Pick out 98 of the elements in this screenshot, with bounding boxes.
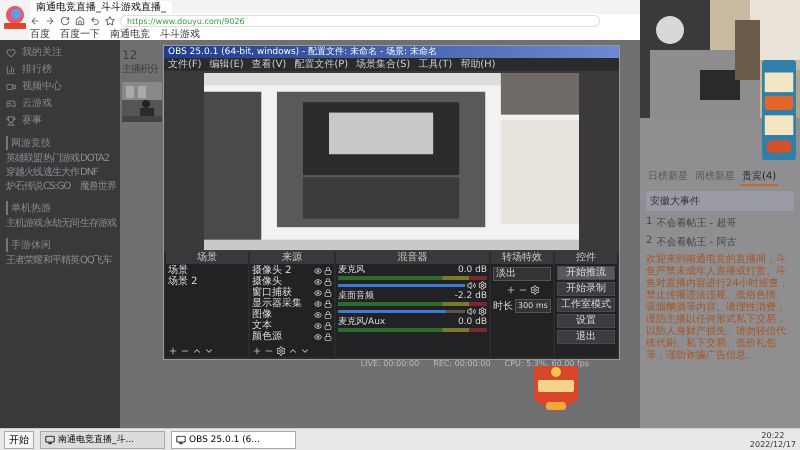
channel-name: 麦克风/Aux	[338, 317, 386, 328]
transition-select[interactable]: 淡出	[493, 267, 551, 282]
lock-icon[interactable]	[324, 266, 332, 275]
duration-field[interactable]: 300 ms	[515, 299, 551, 314]
clock: 20:22 2022/12/17	[750, 430, 796, 448]
menu-item[interactable]: 工具(T)	[418, 58, 452, 71]
volume-icon[interactable]	[467, 307, 476, 316]
menu-item[interactable]: 帮助(H)	[460, 58, 496, 71]
channel-reading: -2.2 dB	[454, 291, 487, 302]
address-field[interactable]: https://www.douyu.com/9026	[120, 15, 600, 27]
nav-icon	[6, 48, 16, 58]
taskbar-button[interactable]: 南通电竞直播_斗...	[40, 430, 165, 448]
browser-tab[interactable]: 南通电竞直播_斗斗游戏直播_	[30, 1, 172, 14]
undo-icon[interactable]	[90, 16, 100, 26]
eye-icon[interactable]	[314, 278, 322, 286]
control-button[interactable]: 开始推流	[557, 266, 615, 280]
channel-reading: 0.0 dB	[458, 265, 487, 276]
monitor-icon	[45, 434, 55, 444]
eye-icon[interactable]	[314, 332, 322, 341]
monitor-icon	[176, 434, 186, 444]
channel-name: 桌面音频	[338, 291, 374, 302]
lock-icon[interactable]	[324, 332, 332, 341]
menu-item[interactable]: 文件(F)	[168, 58, 202, 71]
lock-icon[interactable]	[324, 310, 332, 319]
settings-icon[interactable]	[276, 346, 286, 356]
channel-reading: 0.0 dB	[458, 317, 487, 328]
source-item[interactable]: 显示器采集	[252, 298, 312, 310]
window-title: OBS 25.0.1 (64-bit, windows) - 配置文件: 未命名 - 场景: 未命名	[164, 46, 619, 58]
browser-logo-icon[interactable]	[2, 4, 28, 30]
dock-title: 来源	[250, 252, 334, 264]
duration-label: 时长	[493, 300, 513, 312]
status-text: LIVE: 00:00:00	[360, 358, 420, 370]
eye-icon[interactable]	[314, 300, 322, 308]
nav-icon	[6, 99, 16, 109]
eye-icon[interactable]	[314, 322, 322, 330]
star-icon[interactable]	[105, 16, 115, 26]
nav-icon	[6, 65, 16, 75]
settings-icon[interactable]	[530, 285, 540, 296]
taskbar-button[interactable]: OBS 25.0.1 (6...	[171, 430, 296, 448]
lock-icon[interactable]	[324, 288, 332, 297]
dock-title: 转场特效	[491, 252, 553, 264]
settings-icon[interactable]	[478, 281, 487, 290]
menu-item[interactable]: 场景集合(S)	[356, 58, 410, 71]
volume-icon[interactable]	[467, 281, 476, 290]
back-icon[interactable]	[30, 16, 40, 26]
forward-icon[interactable]	[45, 16, 55, 26]
add-icon[interactable]	[506, 285, 516, 296]
dock-title: 场景	[166, 252, 248, 264]
control-button[interactable]: 退出	[557, 330, 615, 344]
section-title: 手游休闲	[6, 238, 114, 252]
control-button[interactable]: 设置	[557, 314, 615, 328]
channel-name: 麦克风	[338, 265, 365, 276]
dock-title: 控件	[555, 252, 617, 264]
scene-item[interactable]: 场景	[168, 265, 246, 276]
section-title: 单机热游	[6, 201, 114, 215]
source-item[interactable]: 窗口捕获	[252, 287, 312, 298]
menu-item[interactable]: 配置文件(P)	[294, 58, 348, 71]
status-text: CPU: 5.3%, 60.00 fps	[504, 358, 589, 370]
dock-title: 混音器	[336, 252, 489, 264]
control-button[interactable]: 开始录制	[557, 282, 615, 296]
volume-slider[interactable]	[338, 310, 465, 314]
bookmark-link[interactable]: 百度一下	[60, 28, 100, 40]
menu-item[interactable]: 编辑(E)	[210, 58, 244, 71]
bookmark-link[interactable]: 斗斗游戏	[160, 28, 200, 40]
add-icon[interactable]	[168, 346, 178, 356]
start-button[interactable]: 开始	[4, 430, 34, 448]
source-item[interactable]: 摄像头 2	[252, 265, 312, 276]
notice-text: 欢迎来到南通电竞的直播间，斗鱼严禁未成年人直播或打赏。斗鱼对直播内容进行24小时巡查，禁止传播违法违规、低俗色情、吸烟酗酒等内容。请理性消费，谨防主播以任何形式私下交易，以防人身财产损失。请勿轻信代练代刷、私下交易、低价礼包等，谨防诈骗广告信息。	[646, 254, 790, 362]
section-title: 网游竞技	[6, 136, 114, 150]
eye-icon[interactable]	[314, 288, 322, 297]
source-item[interactable]: 文本	[252, 320, 312, 332]
rank-number: 2	[646, 235, 652, 248]
settings-icon[interactable]	[478, 307, 487, 316]
bookmark-link[interactable]: 百度	[30, 28, 50, 40]
home-icon[interactable]	[75, 16, 85, 26]
source-item[interactable]: 图像	[252, 309, 312, 320]
control-button[interactable]: 工作室模式	[557, 298, 615, 312]
eye-icon[interactable]	[314, 266, 322, 275]
ranking-tab[interactable]: 贵宾(4)	[740, 168, 778, 186]
nav-icon	[6, 82, 16, 92]
nav-icon	[6, 116, 16, 126]
lock-icon[interactable]	[324, 300, 332, 308]
bookmark-link[interactable]: 南通电竞	[110, 28, 150, 40]
menu-item[interactable]: 查看(V)	[252, 58, 286, 71]
lock-icon[interactable]	[324, 322, 332, 330]
rank-name: 不会看帖王 - 超哥	[656, 216, 736, 230]
volume-slider[interactable]	[338, 284, 465, 288]
rank-name: 不会看帖王 - 阿古	[656, 236, 736, 249]
rank-number: 1	[646, 216, 652, 229]
source-item[interactable]: 摄像头	[252, 276, 312, 288]
source-item[interactable]: 颜色源	[252, 331, 312, 342]
add-icon[interactable]	[252, 346, 262, 356]
scene-item[interactable]: 场景 2	[168, 276, 246, 288]
eye-icon[interactable]	[314, 310, 322, 319]
reload-icon[interactable]	[60, 16, 70, 26]
event-banner[interactable]: 安徽大事件	[646, 191, 794, 211]
status-text: REC: 00:00:00	[433, 358, 491, 370]
lock-icon[interactable]	[324, 278, 332, 286]
